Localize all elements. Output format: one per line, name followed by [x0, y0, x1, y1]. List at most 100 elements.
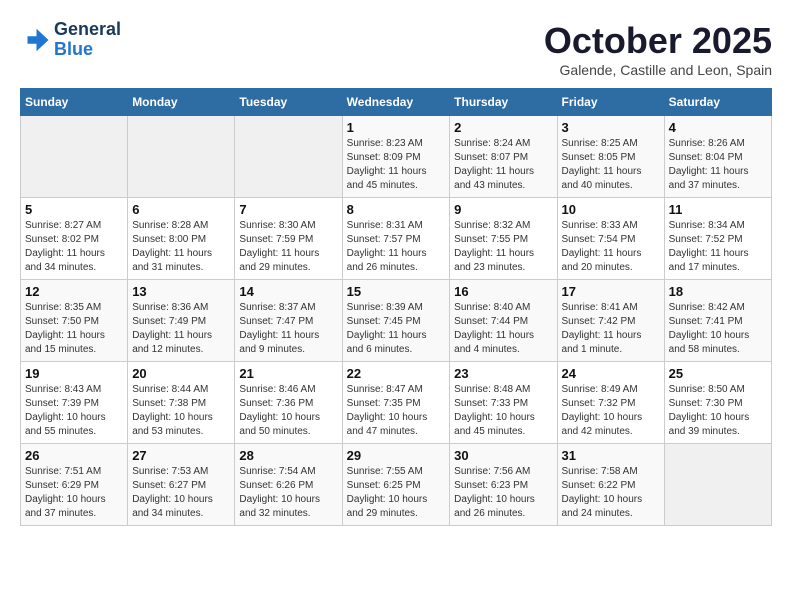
header-day-thursday: Thursday: [450, 89, 557, 116]
calendar-cell: 6Sunrise: 8:28 AM Sunset: 8:00 PM Daylig…: [128, 198, 235, 280]
day-number: 23: [454, 366, 552, 381]
calendar-cell: 28 Sunrise: 7:54 AM Sunset: 6:26 PM Dayli…: [235, 444, 342, 526]
calendar-cell: 17Sunrise: 8:41 AM Sunset: 7:42 PM Dayli…: [557, 280, 664, 362]
month-title: October 2025: [544, 20, 772, 62]
calendar-cell: 29 Sunrise: 7:55 AM Sunset: 6:25 PM Dayli…: [342, 444, 450, 526]
calendar-cell: 27Sunrise: 7:53 AM Sunset: 6:27 PM Dayli…: [128, 444, 235, 526]
day-info: Sunrise: 8:47 AM Sunset: 7:35 PM Dayligh…: [347, 383, 446, 439]
day-number: 14: [239, 284, 337, 299]
day-info: Sunrise: 8:30 AM Sunset: 7:59 PM Dayligh…: [239, 219, 337, 275]
day-number: 15: [347, 284, 446, 299]
day-number: 9: [454, 202, 552, 217]
day-number: 13: [132, 284, 230, 299]
day-info: Sunrise: 8:48 AM Sunset: 7:33 PM Dayligh…: [454, 383, 552, 439]
calendar-cell: 16 Sunrise: 8:40 AM Sunset: 7:44 PM Dayli…: [450, 280, 557, 362]
day-info: Sunrise: 8:42 AM Sunset: 7:41 PM Dayligh…: [669, 301, 767, 357]
calendar-cell: 2Sunrise: 8:24 AM Sunset: 8:07 PM Daylig…: [450, 116, 557, 198]
calendar-cell: [664, 444, 771, 526]
header-day-sunday: Sunday: [21, 89, 128, 116]
header-day-monday: Monday: [128, 89, 235, 116]
calendar-cell: 21Sunrise: 8:46 AM Sunset: 7:36 PM Dayli…: [235, 362, 342, 444]
day-info: Sunrise: 8:28 AM Sunset: 8:00 PM Dayligh…: [132, 219, 230, 275]
title-section: October 2025 Galende, Castille and Leon,…: [544, 20, 772, 78]
calendar-cell: 11Sunrise: 8:34 AM Sunset: 7:52 PM Dayli…: [664, 198, 771, 280]
day-info: Sunrise: 8:32 AM Sunset: 7:55 PM Dayligh…: [454, 219, 552, 275]
day-number: 22: [347, 366, 446, 381]
header-day-tuesday: Tuesday: [235, 89, 342, 116]
calendar-week-1: 1Sunrise: 8:23 AM Sunset: 8:09 PM Daylig…: [21, 116, 772, 198]
calendar-cell: 10 Sunrise: 8:33 AM Sunset: 7:54 PM Dayli…: [557, 198, 664, 280]
day-number: 28: [239, 448, 337, 463]
day-info: Sunrise: 8:44 AM Sunset: 7:38 PM Dayligh…: [132, 383, 230, 439]
calendar-cell: 18 Sunrise: 8:42 AM Sunset: 7:41 PM Dayli…: [664, 280, 771, 362]
calendar-cell: 4Sunrise: 8:26 AM Sunset: 8:04 PM Daylig…: [664, 116, 771, 198]
day-info: Sunrise: 8:25 AM Sunset: 8:05 PM Dayligh…: [562, 137, 660, 193]
day-number: 26: [25, 448, 123, 463]
day-info: Sunrise: 8:24 AM Sunset: 8:07 PM Dayligh…: [454, 137, 552, 193]
day-info: Sunrise: 8:35 AM Sunset: 7:50 PM Dayligh…: [25, 301, 123, 357]
calendar-header-row: SundayMondayTuesdayWednesdayThursdayFrid…: [21, 89, 772, 116]
day-number: 29: [347, 448, 446, 463]
day-number: 20: [132, 366, 230, 381]
day-number: 31: [562, 448, 660, 463]
calendar-cell: 5 Sunrise: 8:27 AM Sunset: 8:02 PM Daylig…: [21, 198, 128, 280]
calendar-cell: 14Sunrise: 8:37 AM Sunset: 7:47 PM Dayli…: [235, 280, 342, 362]
day-info: Sunrise: 8:46 AM Sunset: 7:36 PM Dayligh…: [239, 383, 337, 439]
day-info: Sunrise: 8:49 AM Sunset: 7:32 PM Dayligh…: [562, 383, 660, 439]
day-number: 30: [454, 448, 552, 463]
day-info: Sunrise: 8:34 AM Sunset: 7:52 PM Dayligh…: [669, 219, 767, 275]
calendar-cell: 12 Sunrise: 8:35 AM Sunset: 7:50 PM Dayli…: [21, 280, 128, 362]
day-number: 19: [25, 366, 123, 381]
day-info: Sunrise: 7:56 AM Sunset: 6:23 PM Dayligh…: [454, 465, 552, 521]
day-info: Sunrise: 8:50 AM Sunset: 7:30 PM Dayligh…: [669, 383, 767, 439]
day-info: Sunrise: 8:33 AM Sunset: 7:54 PM Dayligh…: [562, 219, 660, 275]
calendar-cell: 22 Sunrise: 8:47 AM Sunset: 7:35 PM Dayli…: [342, 362, 450, 444]
day-info: Sunrise: 8:39 AM Sunset: 7:45 PM Dayligh…: [347, 301, 446, 357]
calendar-week-5: 26 Sunrise: 7:51 AM Sunset: 6:29 PM Dayli…: [21, 444, 772, 526]
day-info: Sunrise: 8:31 AM Sunset: 7:57 PM Dayligh…: [347, 219, 446, 275]
calendar-cell: 1Sunrise: 8:23 AM Sunset: 8:09 PM Daylig…: [342, 116, 450, 198]
calendar-cell: 7 Sunrise: 8:30 AM Sunset: 7:59 PM Daylig…: [235, 198, 342, 280]
calendar-cell: 13 Sunrise: 8:36 AM Sunset: 7:49 PM Dayli…: [128, 280, 235, 362]
day-number: 18: [669, 284, 767, 299]
day-number: 12: [25, 284, 123, 299]
location-subtitle: Galende, Castille and Leon, Spain: [544, 62, 772, 78]
day-info: Sunrise: 8:36 AM Sunset: 7:49 PM Dayligh…: [132, 301, 230, 357]
day-number: 5: [25, 202, 123, 217]
header-day-saturday: Saturday: [664, 89, 771, 116]
calendar-cell: 9 Sunrise: 8:32 AM Sunset: 7:55 PM Daylig…: [450, 198, 557, 280]
calendar-week-2: 5 Sunrise: 8:27 AM Sunset: 8:02 PM Daylig…: [21, 198, 772, 280]
calendar-cell: 26 Sunrise: 7:51 AM Sunset: 6:29 PM Dayli…: [21, 444, 128, 526]
day-number: 3: [562, 120, 660, 135]
day-info: Sunrise: 7:51 AM Sunset: 6:29 PM Dayligh…: [25, 465, 123, 521]
logo-text: General Blue: [54, 20, 121, 60]
calendar-week-3: 12 Sunrise: 8:35 AM Sunset: 7:50 PM Dayli…: [21, 280, 772, 362]
calendar-cell: 19 Sunrise: 8:43 AM Sunset: 7:39 PM Dayli…: [21, 362, 128, 444]
day-info: Sunrise: 8:26 AM Sunset: 8:04 PM Dayligh…: [669, 137, 767, 193]
calendar-cell: 23 Sunrise: 8:48 AM Sunset: 7:33 PM Dayli…: [450, 362, 557, 444]
day-info: Sunrise: 8:40 AM Sunset: 7:44 PM Dayligh…: [454, 301, 552, 357]
day-number: 27: [132, 448, 230, 463]
calendar-cell: 24Sunrise: 8:49 AM Sunset: 7:32 PM Dayli…: [557, 362, 664, 444]
page-header: General Blue October 2025 Galende, Casti…: [20, 20, 772, 78]
calendar-cell: 15 Sunrise: 8:39 AM Sunset: 7:45 PM Dayli…: [342, 280, 450, 362]
header-day-friday: Friday: [557, 89, 664, 116]
calendar-cell: 31 Sunrise: 7:58 AM Sunset: 6:22 PM Dayli…: [557, 444, 664, 526]
day-number: 10: [562, 202, 660, 217]
day-number: 16: [454, 284, 552, 299]
header-day-wednesday: Wednesday: [342, 89, 450, 116]
calendar-cell: [235, 116, 342, 198]
calendar-cell: [21, 116, 128, 198]
day-info: Sunrise: 7:58 AM Sunset: 6:22 PM Dayligh…: [562, 465, 660, 521]
day-number: 8: [347, 202, 446, 217]
day-info: Sunrise: 8:23 AM Sunset: 8:09 PM Dayligh…: [347, 137, 446, 193]
day-info: Sunrise: 8:27 AM Sunset: 8:02 PM Dayligh…: [25, 219, 123, 275]
day-info: Sunrise: 8:43 AM Sunset: 7:39 PM Dayligh…: [25, 383, 123, 439]
day-number: 7: [239, 202, 337, 217]
day-info: Sunrise: 7:55 AM Sunset: 6:25 PM Dayligh…: [347, 465, 446, 521]
day-info: Sunrise: 7:54 AM Sunset: 6:26 PM Dayligh…: [239, 465, 337, 521]
calendar-table: SundayMondayTuesdayWednesdayThursdayFrid…: [20, 88, 772, 526]
calendar-week-4: 19 Sunrise: 8:43 AM Sunset: 7:39 PM Dayli…: [21, 362, 772, 444]
calendar-cell: 30 Sunrise: 7:56 AM Sunset: 6:23 PM Dayli…: [450, 444, 557, 526]
day-number: 25: [669, 366, 767, 381]
